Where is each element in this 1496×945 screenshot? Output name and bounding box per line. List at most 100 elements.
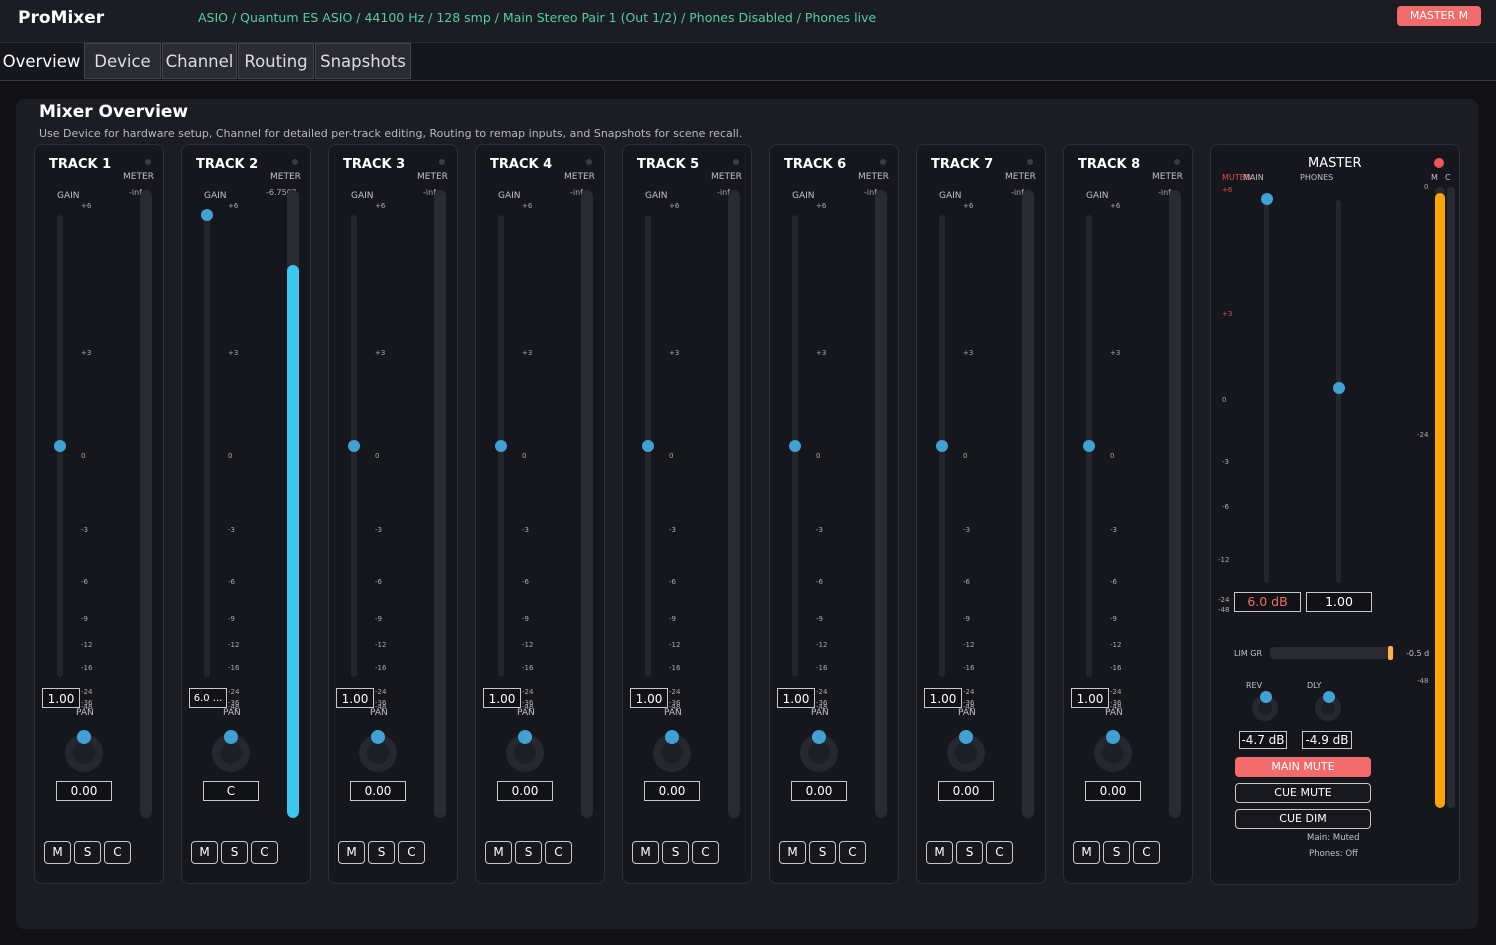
mute-button[interactable]: M [632,841,659,864]
pan-knob-dot[interactable] [812,730,826,744]
gain-scale-tick: 0 [963,452,968,460]
cue-button[interactable]: C [1133,841,1160,864]
cue-button[interactable]: C [104,841,131,864]
gain-value-field[interactable]: 6.0 ... [189,688,227,708]
master-meter-m-fill [1435,193,1445,808]
pan-knob-dot[interactable] [959,730,973,744]
cue-mute-button[interactable]: CUE MUTE [1235,783,1371,803]
main-fader-thumb[interactable] [1261,193,1273,205]
gain-scale-tick: -9 [1110,615,1117,623]
solo-button[interactable]: S [515,841,542,864]
pan-value-field[interactable]: C [203,781,259,801]
cue-button[interactable]: C [251,841,278,864]
gain-value-field[interactable]: 1.00 [483,688,521,708]
solo-button[interactable]: S [368,841,395,864]
pan-knob-dot[interactable] [518,730,532,744]
tab-routing[interactable]: Routing [238,43,314,79]
gain-scale-tick: -24 [1110,688,1122,696]
pan-value-field[interactable]: 0.00 [644,781,700,801]
gain-fader-track[interactable] [204,215,210,677]
pan-label: PAN [76,708,94,718]
solo-button[interactable]: S [956,841,983,864]
mute-button[interactable]: M [926,841,953,864]
gain-scale-tick: -6 [669,578,676,586]
solo-button[interactable]: S [1103,841,1130,864]
pan-knob-dot[interactable] [77,730,91,744]
gain-fader-thumb[interactable] [54,440,66,452]
cue-button[interactable]: C [986,841,1013,864]
tab-overview[interactable]: Overview [0,43,83,79]
master-mute-indicator-button[interactable]: MASTER M [1397,6,1481,26]
gain-value-field[interactable]: 1.00 [630,688,668,708]
cue-button[interactable]: C [839,841,866,864]
pan-value-field[interactable]: 0.00 [938,781,994,801]
tab-bar: Overview Device Channel Routing Snapshot… [0,43,1496,81]
pan-knob-dot[interactable] [665,730,679,744]
cue-button[interactable]: C [692,841,719,864]
solo-button[interactable]: S [662,841,689,864]
pan-knob-dot[interactable] [371,730,385,744]
pan-knob-dot[interactable] [224,730,238,744]
tab-channel[interactable]: Channel [162,43,237,79]
gain-scale-tick: -3 [375,526,382,534]
cue-button[interactable]: C [545,841,572,864]
solo-button[interactable]: S [74,841,101,864]
master-meter-m-label: M [1431,173,1438,182]
rev-value-field[interactable]: -4.7 dB [1239,731,1287,749]
mute-button[interactable]: M [1073,841,1100,864]
main-fader-track[interactable] [1264,195,1269,583]
gain-scale-tick: -3 [1110,526,1117,534]
mute-button[interactable]: M [191,841,218,864]
phones-label: PHONES [1300,173,1334,182]
rev-knob-dot[interactable] [1260,691,1272,703]
gain-fader-thumb[interactable] [936,440,948,452]
meter-label: METER [711,172,742,182]
pan-value-field[interactable]: 0.00 [350,781,406,801]
solo-button[interactable]: S [809,841,836,864]
gain-fader-thumb[interactable] [495,440,507,452]
tab-snapshots[interactable]: Snapshots [315,43,411,79]
gain-label: GAIN [645,191,668,201]
main-mute-button[interactable]: MAIN MUTE [1235,757,1371,777]
solo-button[interactable]: S [221,841,248,864]
pan-knob-dot[interactable] [1106,730,1120,744]
cue-button[interactable]: C [398,841,425,864]
gain-scale-tick: -12 [228,641,240,649]
mute-button[interactable]: M [338,841,365,864]
phones-value-field[interactable]: 1.00 [1306,592,1372,612]
main-value-field[interactable]: 6.0 dB [1234,592,1301,612]
pan-value-field[interactable]: 0.00 [791,781,847,801]
gain-value-field[interactable]: 1.00 [1071,688,1109,708]
dly-knob-dot[interactable] [1323,691,1335,703]
gain-value-field[interactable]: 1.00 [777,688,815,708]
tab-device[interactable]: Device [84,43,161,79]
meter-label: METER [270,172,301,182]
gain-fader-thumb[interactable] [1083,440,1095,452]
track-status-led [145,159,151,165]
page-subtitle: Use Device for hardware setup, Channel f… [39,127,743,140]
mute-button[interactable]: M [485,841,512,864]
dly-value-field[interactable]: -4.9 dB [1302,731,1352,749]
gain-fader-thumb[interactable] [348,440,360,452]
cue-dim-button[interactable]: CUE DIM [1235,809,1371,829]
gain-fader-thumb[interactable] [201,209,213,221]
gain-scale-tick: -12 [375,641,387,649]
phones-fader-thumb[interactable] [1333,382,1345,394]
pan-value-field[interactable]: 0.00 [56,781,112,801]
gain-scale-tick: -3 [228,526,235,534]
gain-value-field[interactable]: 1.00 [42,688,80,708]
gain-fader-thumb[interactable] [789,440,801,452]
pan-value-field[interactable]: 0.00 [497,781,553,801]
gain-fader-thumb[interactable] [642,440,654,452]
gain-value-field[interactable]: 1.00 [336,688,374,708]
mute-button[interactable]: M [44,841,71,864]
master-scale-tick: -24 [1218,596,1230,604]
gain-scale-tick: +3 [228,349,239,357]
pan-value-field[interactable]: 0.00 [1085,781,1141,801]
track-name: TRACK 3 [343,157,406,172]
gain-scale-tick: -12 [522,641,534,649]
gain-value-field[interactable]: 1.00 [924,688,962,708]
track-status-led [733,159,739,165]
gain-scale-tick: -3 [81,526,88,534]
mute-button[interactable]: M [779,841,806,864]
